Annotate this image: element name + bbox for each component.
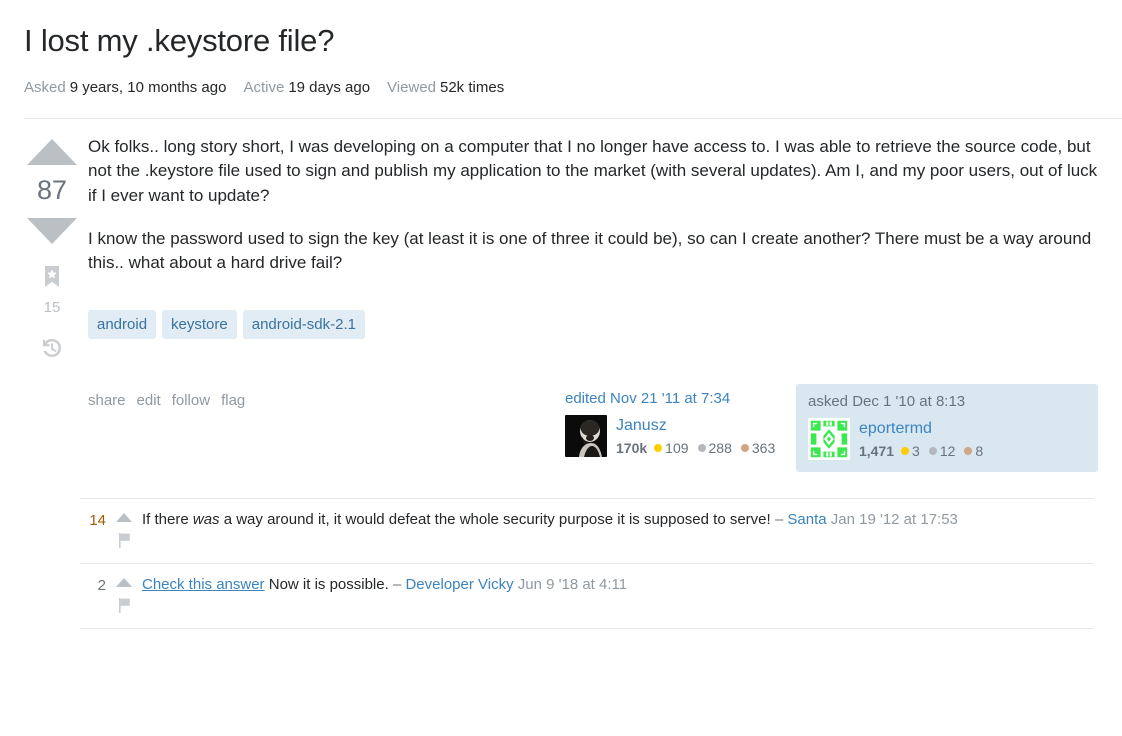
question-post: 87 15 Ok folks.. long story short, I was… (0, 119, 1122, 482)
question-stats: Asked 9 years, 10 months ago Active 19 day… (24, 79, 1098, 96)
bronze-badge-icon (964, 447, 973, 456)
comment-icons (106, 509, 142, 555)
editor-user-card: edited Nov 21 '11 at 7:34 Janusz 170k 10… (558, 384, 796, 465)
post-paragraph-2: I know the password used to sign the key… (88, 228, 1092, 273)
comment-text-after: Now it is possible. (264, 575, 389, 593)
editor-silver-badge: 288 (697, 440, 732, 457)
comment-author[interactable]: Santa (787, 511, 826, 528)
comment-timestamp[interactable]: Jun 9 '18 at 4:11 (518, 576, 627, 593)
post-paragraph-1: Ok folks.. long story short, I was devel… (88, 136, 1098, 206)
downvote-arrow-icon[interactable] (27, 217, 77, 244)
comment-author[interactable]: Developer Vicky (405, 576, 513, 593)
owner-reputation-line: 1,471 3 12 8 (859, 443, 988, 459)
comment-icons (106, 574, 142, 620)
comment-text-emphasis: was (192, 511, 220, 529)
owner-gold-badge: 3 (901, 443, 920, 459)
silver-badge-icon (697, 444, 706, 453)
editor-bronze-count: 363 (751, 440, 776, 457)
owner-silver-badge: 12 (928, 443, 956, 460)
edit-button[interactable]: edit (137, 392, 161, 409)
stat-active-value: 19 days ago (288, 78, 371, 96)
comment-flag-icon[interactable] (118, 533, 131, 555)
post-cell: Ok folks.. long story short, I was devel… (80, 135, 1098, 482)
comment-text: Check this answer Now it is possible. – … (142, 574, 1094, 596)
owner-reputation: 1,471 (859, 443, 895, 460)
page-title: I lost my .keystore file? (24, 23, 335, 58)
comment-flag-icon[interactable] (118, 597, 131, 620)
comment-text-before: If there (142, 511, 193, 529)
history-clock-icon[interactable] (40, 336, 64, 365)
owner-silver-count: 12 (939, 443, 956, 460)
comment-upvote-icon[interactable] (116, 577, 132, 587)
avatar[interactable] (565, 415, 607, 458)
editor-silver-count: 288 (708, 440, 732, 457)
gold-badge-icon (654, 444, 663, 453)
post-body: Ok folks.. long story short, I was devel… (88, 135, 1098, 276)
question-header: I lost my .keystore file? Asked 9 years, … (0, 0, 1122, 96)
tag-keystore[interactable]: keystore (162, 309, 237, 340)
upvote-arrow-icon[interactable] (27, 138, 77, 165)
post-meta: share edit follow flag edited Nov 21 '11… (88, 384, 1098, 482)
owner-user-row: eportermd 1,471 3 12 8 (808, 418, 1088, 461)
vote-count: 87 (36, 174, 68, 205)
comment-text-after: a way around it, it would defeat the who… (219, 511, 771, 529)
comment-list: 14 If there was a way around it, it woul… (80, 498, 1122, 629)
editor-user-row: Janusz 170k 109 288 363 (565, 415, 789, 458)
gold-badge-icon (901, 447, 910, 456)
stat-viewed: Viewed 52k times (387, 79, 504, 96)
tag-android[interactable]: android (88, 309, 157, 340)
comment-dash: – (392, 575, 402, 593)
share-button[interactable]: share (88, 392, 126, 409)
stat-asked-value: 9 years, 10 months ago (69, 78, 227, 96)
bookmark-count: 15 (43, 298, 61, 316)
owner-user-info: eportermd 1,471 3 12 8 (859, 418, 988, 459)
comment-timestamp[interactable]: Jan 19 '12 at 17:53 (831, 511, 958, 528)
list-item: 14 If there was a way around it, it woul… (80, 499, 1094, 563)
comment-upvote-icon[interactable] (116, 513, 132, 523)
post-actions: share edit follow flag (88, 384, 245, 409)
owner-username[interactable]: eportermd (859, 419, 988, 439)
editor-reputation-line: 170k 109 288 363 (616, 440, 780, 456)
editor-gold-badge: 109 (654, 440, 689, 457)
owner-gold-count: 3 (912, 443, 920, 460)
stat-viewed-label: Viewed (387, 78, 436, 96)
comment-divider (80, 627, 1094, 629)
editor-gold-count: 109 (665, 440, 689, 457)
bookmark-star-icon[interactable] (43, 265, 61, 293)
stat-asked: Asked 9 years, 10 months ago (24, 79, 226, 96)
tag-list: android keystore android-sdk-2.1 (88, 309, 1098, 340)
tag-android-sdk-2-1[interactable]: android-sdk-2.1 (242, 309, 365, 340)
stat-viewed-value: 52k times (440, 78, 505, 96)
list-item: 2 Check this answer Now it is possible. … (80, 564, 1094, 628)
comment-score: 14 (89, 512, 106, 530)
owner-bronze-badge: 8 (964, 443, 983, 459)
owner-user-card: asked Dec 1 '10 at 8:13 eportermd 1,471 … (796, 384, 1098, 473)
comment-text: If there was a way around it, it would d… (142, 509, 1094, 531)
comment-score: 2 (97, 576, 106, 594)
asked-timestamp: asked Dec 1 '10 at 8:13 (808, 393, 966, 411)
user-cards: edited Nov 21 '11 at 7:34 Janusz 170k 10… (558, 384, 1098, 473)
stat-active-label: Active (243, 78, 285, 96)
flag-button[interactable]: flag (221, 392, 245, 409)
editor-user-info: Janusz 170k 109 288 363 (616, 415, 780, 456)
editor-reputation: 170k (616, 440, 648, 457)
vote-cell: 87 15 (24, 135, 80, 482)
follow-button[interactable]: follow (172, 392, 210, 409)
editor-bronze-badge: 363 (740, 440, 776, 457)
question-page: I lost my .keystore file? Asked 9 years, … (0, 0, 1122, 736)
avatar[interactable] (808, 418, 850, 461)
comment-inline-link[interactable]: Check this answer (142, 576, 265, 593)
silver-badge-icon (928, 447, 937, 456)
editor-username[interactable]: Janusz (616, 416, 780, 436)
edited-timestamp[interactable]: edited Nov 21 '11 at 7:34 (565, 390, 789, 408)
stat-active: Active 19 days ago (243, 79, 370, 96)
stat-asked-label: Asked (24, 78, 66, 96)
bronze-badge-icon (740, 444, 749, 453)
comment-dash: – (774, 511, 784, 529)
owner-bronze-count: 8 (975, 443, 984, 460)
